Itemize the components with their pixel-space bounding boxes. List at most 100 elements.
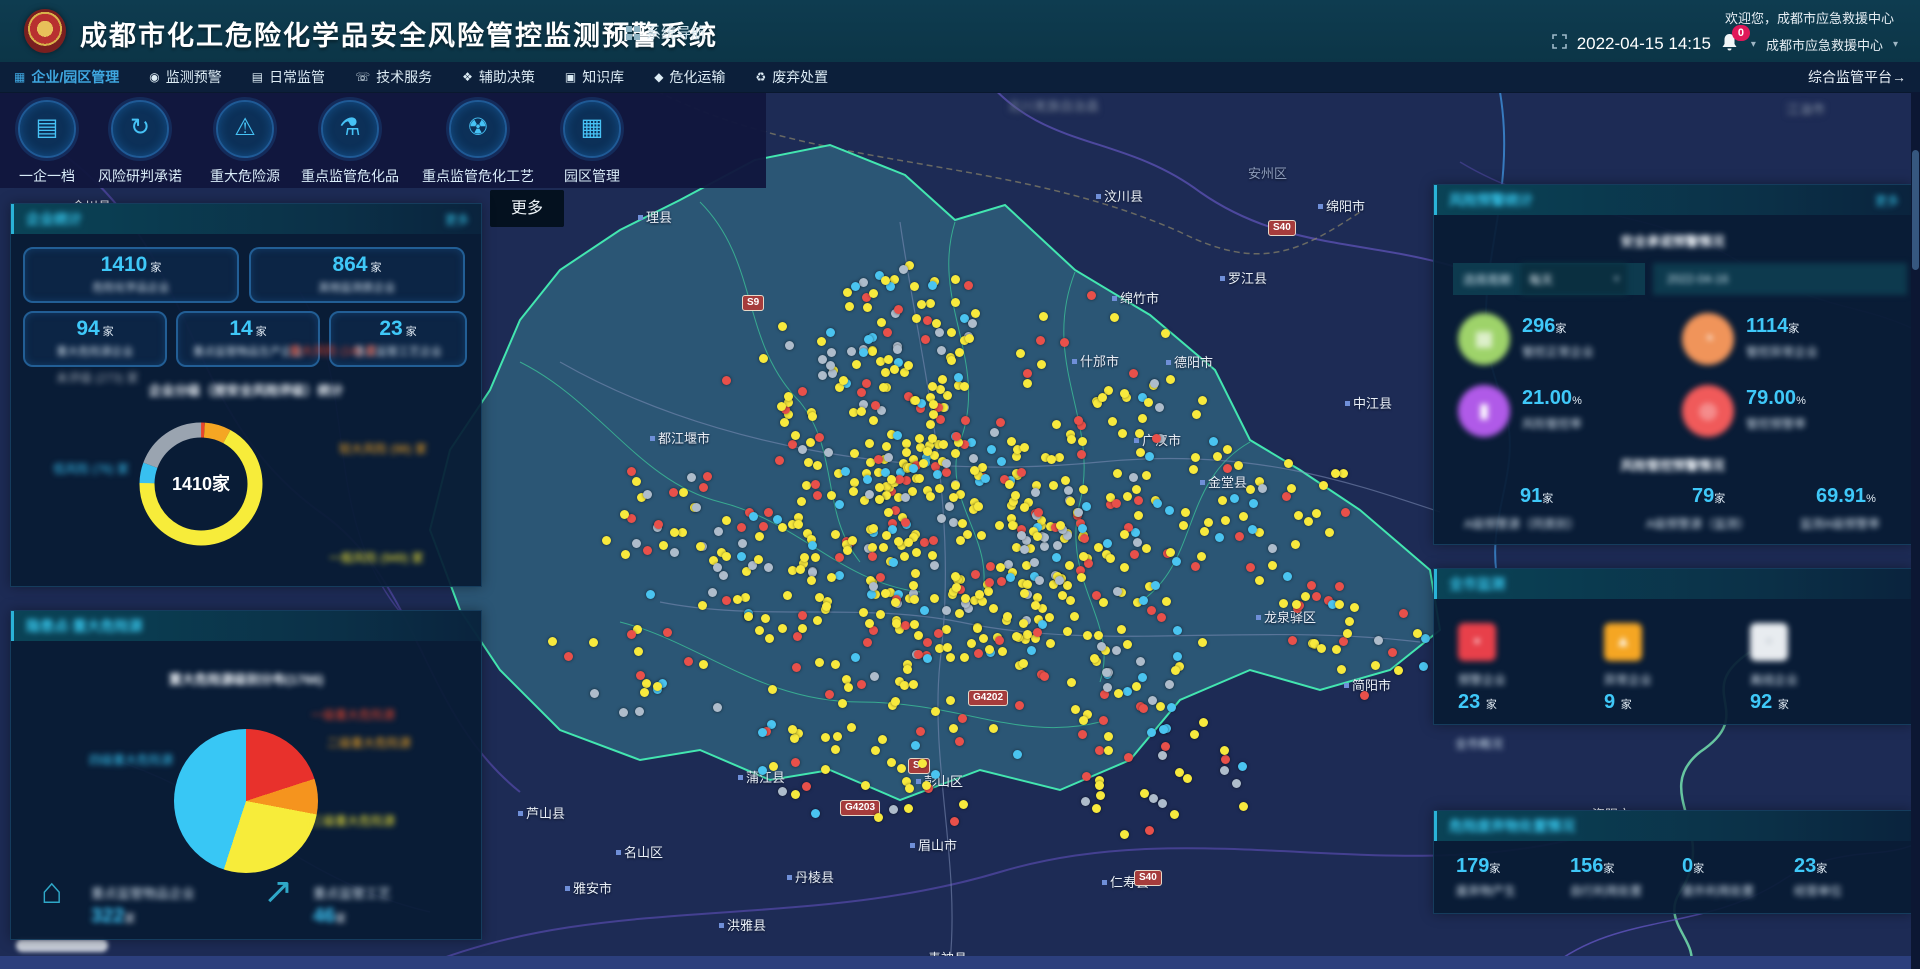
panel-title: 企业统计 bbox=[26, 209, 82, 229]
nav-label: 危化运输 bbox=[669, 67, 725, 87]
panel-title: 危险废弃物处置情况 bbox=[1449, 816, 1575, 836]
subnav-label: 风险研判承诺 bbox=[80, 166, 200, 186]
waste-stat: 156家 自行利用处置 bbox=[1570, 855, 1642, 899]
map-city-label: 理县 bbox=[638, 207, 672, 226]
subnav-item-park-management[interactable]: ▦ 园区管理 bbox=[532, 100, 652, 186]
subnav-item-major-hazard[interactable]: ⚠ 重大危险源 bbox=[185, 100, 305, 186]
map-city-label: 龙泉驿区 bbox=[1256, 607, 1316, 626]
map-city-label: 雅安市 bbox=[565, 878, 612, 897]
nav-item-monitor-warning[interactable]: ◉监测预警 bbox=[149, 67, 221, 87]
notification-bell[interactable]: 0 bbox=[1721, 33, 1741, 55]
stat-box-major-hazard[interactable]: 94家 重大危险源企业 bbox=[23, 311, 167, 367]
subnav-bar: ▤ 一企一档 ↻ 风险研判承诺 ⚠ 重大危险源 ⚗ 重点监管危化品 ☢ 重点监管… bbox=[0, 92, 766, 188]
nav-label: 废弃处置 bbox=[772, 67, 828, 87]
map-city-label: 什邡市 bbox=[1072, 351, 1119, 370]
map-city-label: 广汉市 bbox=[1134, 430, 1181, 449]
chevron-down-icon: ▾ bbox=[1614, 274, 1619, 285]
map-city-label: 都江堰市 bbox=[650, 428, 710, 447]
notebook-icon: ▤ bbox=[18, 100, 76, 158]
subnav-label: 重大危险源 bbox=[185, 166, 305, 186]
map-city-label: 绵阳市 bbox=[1318, 196, 1365, 215]
monitor-value: 9 家 bbox=[1604, 691, 1632, 714]
map-city-label: 北川羌族自治县 bbox=[1008, 96, 1099, 115]
nav-label: 日常监管 bbox=[269, 67, 325, 87]
building-icon: ▦ bbox=[14, 70, 25, 84]
nav-item-tech-service[interactable]: ☏技术服务 bbox=[355, 67, 432, 87]
map-city-label: 洪雅县 bbox=[719, 915, 766, 934]
subnav-item-key-process[interactable]: ☢ 重点监管危化工艺 bbox=[418, 100, 538, 186]
nav-item-knowledge-base[interactable]: ▣知识库 bbox=[565, 67, 624, 87]
mini-stat-label: 重点监管物品企业 bbox=[91, 883, 195, 902]
waste-label: 废弃物产生 bbox=[1456, 882, 1516, 899]
stat-label: 监测A级预警率 bbox=[1800, 515, 1880, 532]
road-badge: S9 bbox=[742, 295, 764, 311]
scrollbar-thumb[interactable] bbox=[1912, 150, 1919, 270]
stat-value: 864 bbox=[332, 253, 367, 276]
nav-item-waste-disposal[interactable]: ♻废弃处置 bbox=[755, 67, 828, 87]
vertical-scrollbar[interactable] bbox=[1911, 92, 1920, 969]
map-city-label: 绵竹市 bbox=[1112, 288, 1159, 307]
nav-item-daily-supervision[interactable]: ▤ 日常监管 bbox=[252, 67, 325, 87]
map-city-label: 简阳市 bbox=[1344, 675, 1391, 694]
truck-icon: ◆ bbox=[654, 70, 663, 84]
panel-title: 全市监测 bbox=[1449, 574, 1505, 594]
road-badge: G4202 bbox=[968, 690, 1008, 706]
section-title: 安全承诺预警情况 bbox=[1434, 231, 1911, 250]
stat-label: 重大危险源企业 bbox=[25, 343, 165, 359]
barchart-stat-icon: ▮ bbox=[1458, 385, 1510, 437]
waste-stat: 0家 委外利用处置 bbox=[1682, 855, 1754, 899]
stat-box-other-enterprises[interactable]: 864家 其他监测类企业 bbox=[249, 247, 465, 303]
stat-value: 23 bbox=[379, 317, 402, 340]
nav-item-hazmat-transport[interactable]: ◆ 危化运输 bbox=[654, 67, 725, 87]
date-picker[interactable]: 2022-04-16 bbox=[1653, 263, 1907, 295]
stat-value: 91家 bbox=[1520, 485, 1553, 508]
fullscreen-icon[interactable] bbox=[1552, 34, 1567, 54]
panel-major-hazard: 隐患点·重大危险源 重大危险源级别分布(1766) 一级重大危险源二级重大危险源… bbox=[10, 610, 482, 940]
map-more-button[interactable]: 更多 bbox=[490, 190, 564, 227]
donut-legend-item: 较大风险 (98) 家 bbox=[339, 440, 427, 457]
more-link[interactable]: 更多 bbox=[1875, 192, 1899, 209]
panel-risk-warning: 风险预警统计 更多 安全承诺预警情况 选择周期 每天▾ 2022-04-16 ▦… bbox=[1433, 184, 1912, 545]
subnav-item-key-chemicals[interactable]: ⚗ 重点监管危化品 bbox=[290, 100, 410, 186]
notification-badge: 0 bbox=[1732, 25, 1750, 41]
lightning-circle-icon: ↻ bbox=[111, 100, 169, 158]
panel-city-monitoring: 全市监测 ▪ 预警企业 23 家 ▲ 异常企业 9 家 ▫ 离线企业 92 家 bbox=[1433, 568, 1912, 725]
map-city-label: 罗江县 bbox=[1220, 268, 1267, 287]
chevron-down-icon[interactable]: ▾ bbox=[1893, 39, 1898, 50]
road-badge: S40 bbox=[1268, 220, 1296, 236]
system-nav-label: 系统导航 bbox=[646, 25, 706, 42]
chevron-down-icon[interactable]: ▾ bbox=[1751, 39, 1756, 50]
period-select[interactable]: 每天▾ bbox=[1521, 263, 1627, 295]
integrated-platform-link[interactable]: 综合监管平台→ bbox=[1808, 67, 1906, 87]
bottom-strip bbox=[0, 956, 1920, 969]
bulb-icon: ❖ bbox=[462, 70, 473, 84]
waste-label: 经营单位 bbox=[1794, 882, 1842, 899]
map-city-label: 丹棱县 bbox=[787, 867, 834, 886]
map-city-label: 金堂县 bbox=[1200, 472, 1247, 491]
system-nav-button[interactable]: 系统导航 bbox=[626, 22, 706, 44]
offline-square-icon: ▫ bbox=[1750, 623, 1788, 661]
stat-value: 1114家 bbox=[1746, 315, 1799, 338]
map-city-label: 名山区 bbox=[616, 842, 663, 861]
grid-stat-icon: ▦ bbox=[1458, 313, 1510, 365]
map-city-label: 蒲江县 bbox=[738, 767, 785, 786]
stat-box-chem-enterprises[interactable]: 1410家 危险化学品企业 bbox=[23, 247, 239, 303]
org-selector[interactable]: 成都市应急救援中心 bbox=[1766, 35, 1883, 54]
stat-label: 危险化学品企业 bbox=[25, 279, 237, 295]
mini-stat-value: 46家 bbox=[313, 905, 346, 928]
map-city-label: 安州区 bbox=[1248, 163, 1287, 182]
panel-title: 风险预警统计 bbox=[1449, 190, 1533, 210]
subnav-item-risk-commitment[interactable]: ↻ 风险研判承诺 bbox=[80, 100, 200, 186]
stat-label: A级预警源（同类别） bbox=[1464, 515, 1580, 532]
period-control: 选择周期 每天▾ bbox=[1453, 263, 1645, 295]
nav-item-enterprise[interactable]: ▦企业/园区管理 bbox=[14, 67, 119, 87]
app-header: 成都市化工危险化学品安全风险管控监测预警系统 系统导航 欢迎您，成都市应急救援中… bbox=[0, 0, 1920, 62]
donut-legend-item: 未评级 (273) 家 bbox=[56, 369, 139, 386]
panel-title: 隐患点·重大危险源 bbox=[26, 616, 143, 636]
bell-icon: ◉ bbox=[149, 70, 159, 84]
stat-label: 管控正常企业 bbox=[1522, 343, 1594, 360]
more-link[interactable]: 更多 bbox=[445, 211, 469, 228]
clipboard-icon: ▤ bbox=[252, 70, 263, 84]
stat-value: 1410 bbox=[101, 253, 148, 276]
nav-item-decision-support[interactable]: ❖辅助决策 bbox=[462, 67, 535, 87]
